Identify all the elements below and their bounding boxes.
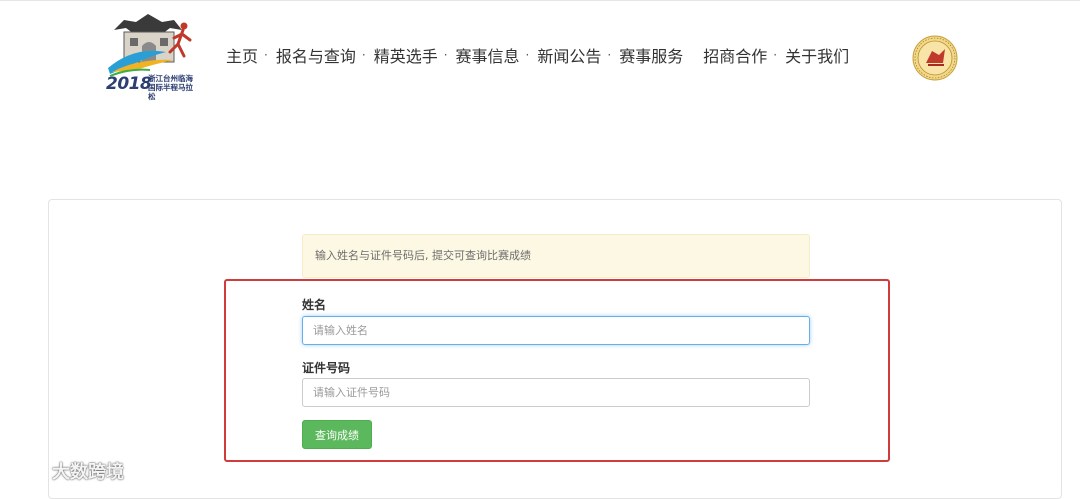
nav-separator: · [264,48,268,62]
name-input[interactable] [302,316,810,345]
id-number-label: 证件号码 [302,361,351,375]
nav-separator: · [443,48,448,62]
name-label: 姓名 [302,298,327,312]
nav-item-news[interactable]: 新闻公告 [537,43,601,67]
nav-separator: · [361,48,366,62]
athletics-association-icon [912,35,958,81]
watermark-logo-icon [10,460,47,480]
nav-item-services[interactable]: 赛事服务 [619,43,683,67]
nav-item-event-info[interactable]: 赛事信息 [456,43,520,67]
nav-separator: · [607,48,612,62]
event-logo[interactable]: 2018 浙江台州临海国际半程马拉松 [104,12,198,101]
top-divider [0,0,1080,1]
id-number-input[interactable] [302,378,810,407]
nav-item-sponsorship[interactable]: 招商合作 [703,43,767,67]
nav-item-registration[interactable]: 报名与查询 [276,43,356,67]
nav-separator: · [773,48,778,62]
query-results-button[interactable]: 查询成绩 [302,420,372,449]
nav-item-elite[interactable]: 精英选手 [374,43,438,67]
nav-item-about[interactable]: 关于我们 [785,43,849,67]
main-nav: 主页 · 报名与查询 · 精英选手 · 赛事信息 · 新闻公告 · 赛事服务 招… [226,43,849,67]
logo-subtitle: 浙江台州临海国际半程马拉松 [148,74,193,101]
logo-year: 2018 [106,74,152,94]
query-notice: 输入姓名与证件号码后, 提交可查询比赛成绩 [302,234,810,278]
watermark: 大数跨境 [8,458,124,484]
association-emblem[interactable] [912,35,958,81]
watermark-text: 大数跨境 [52,462,124,483]
nav-item-home[interactable]: 主页 [226,43,258,67]
nav-separator: · [525,48,530,62]
